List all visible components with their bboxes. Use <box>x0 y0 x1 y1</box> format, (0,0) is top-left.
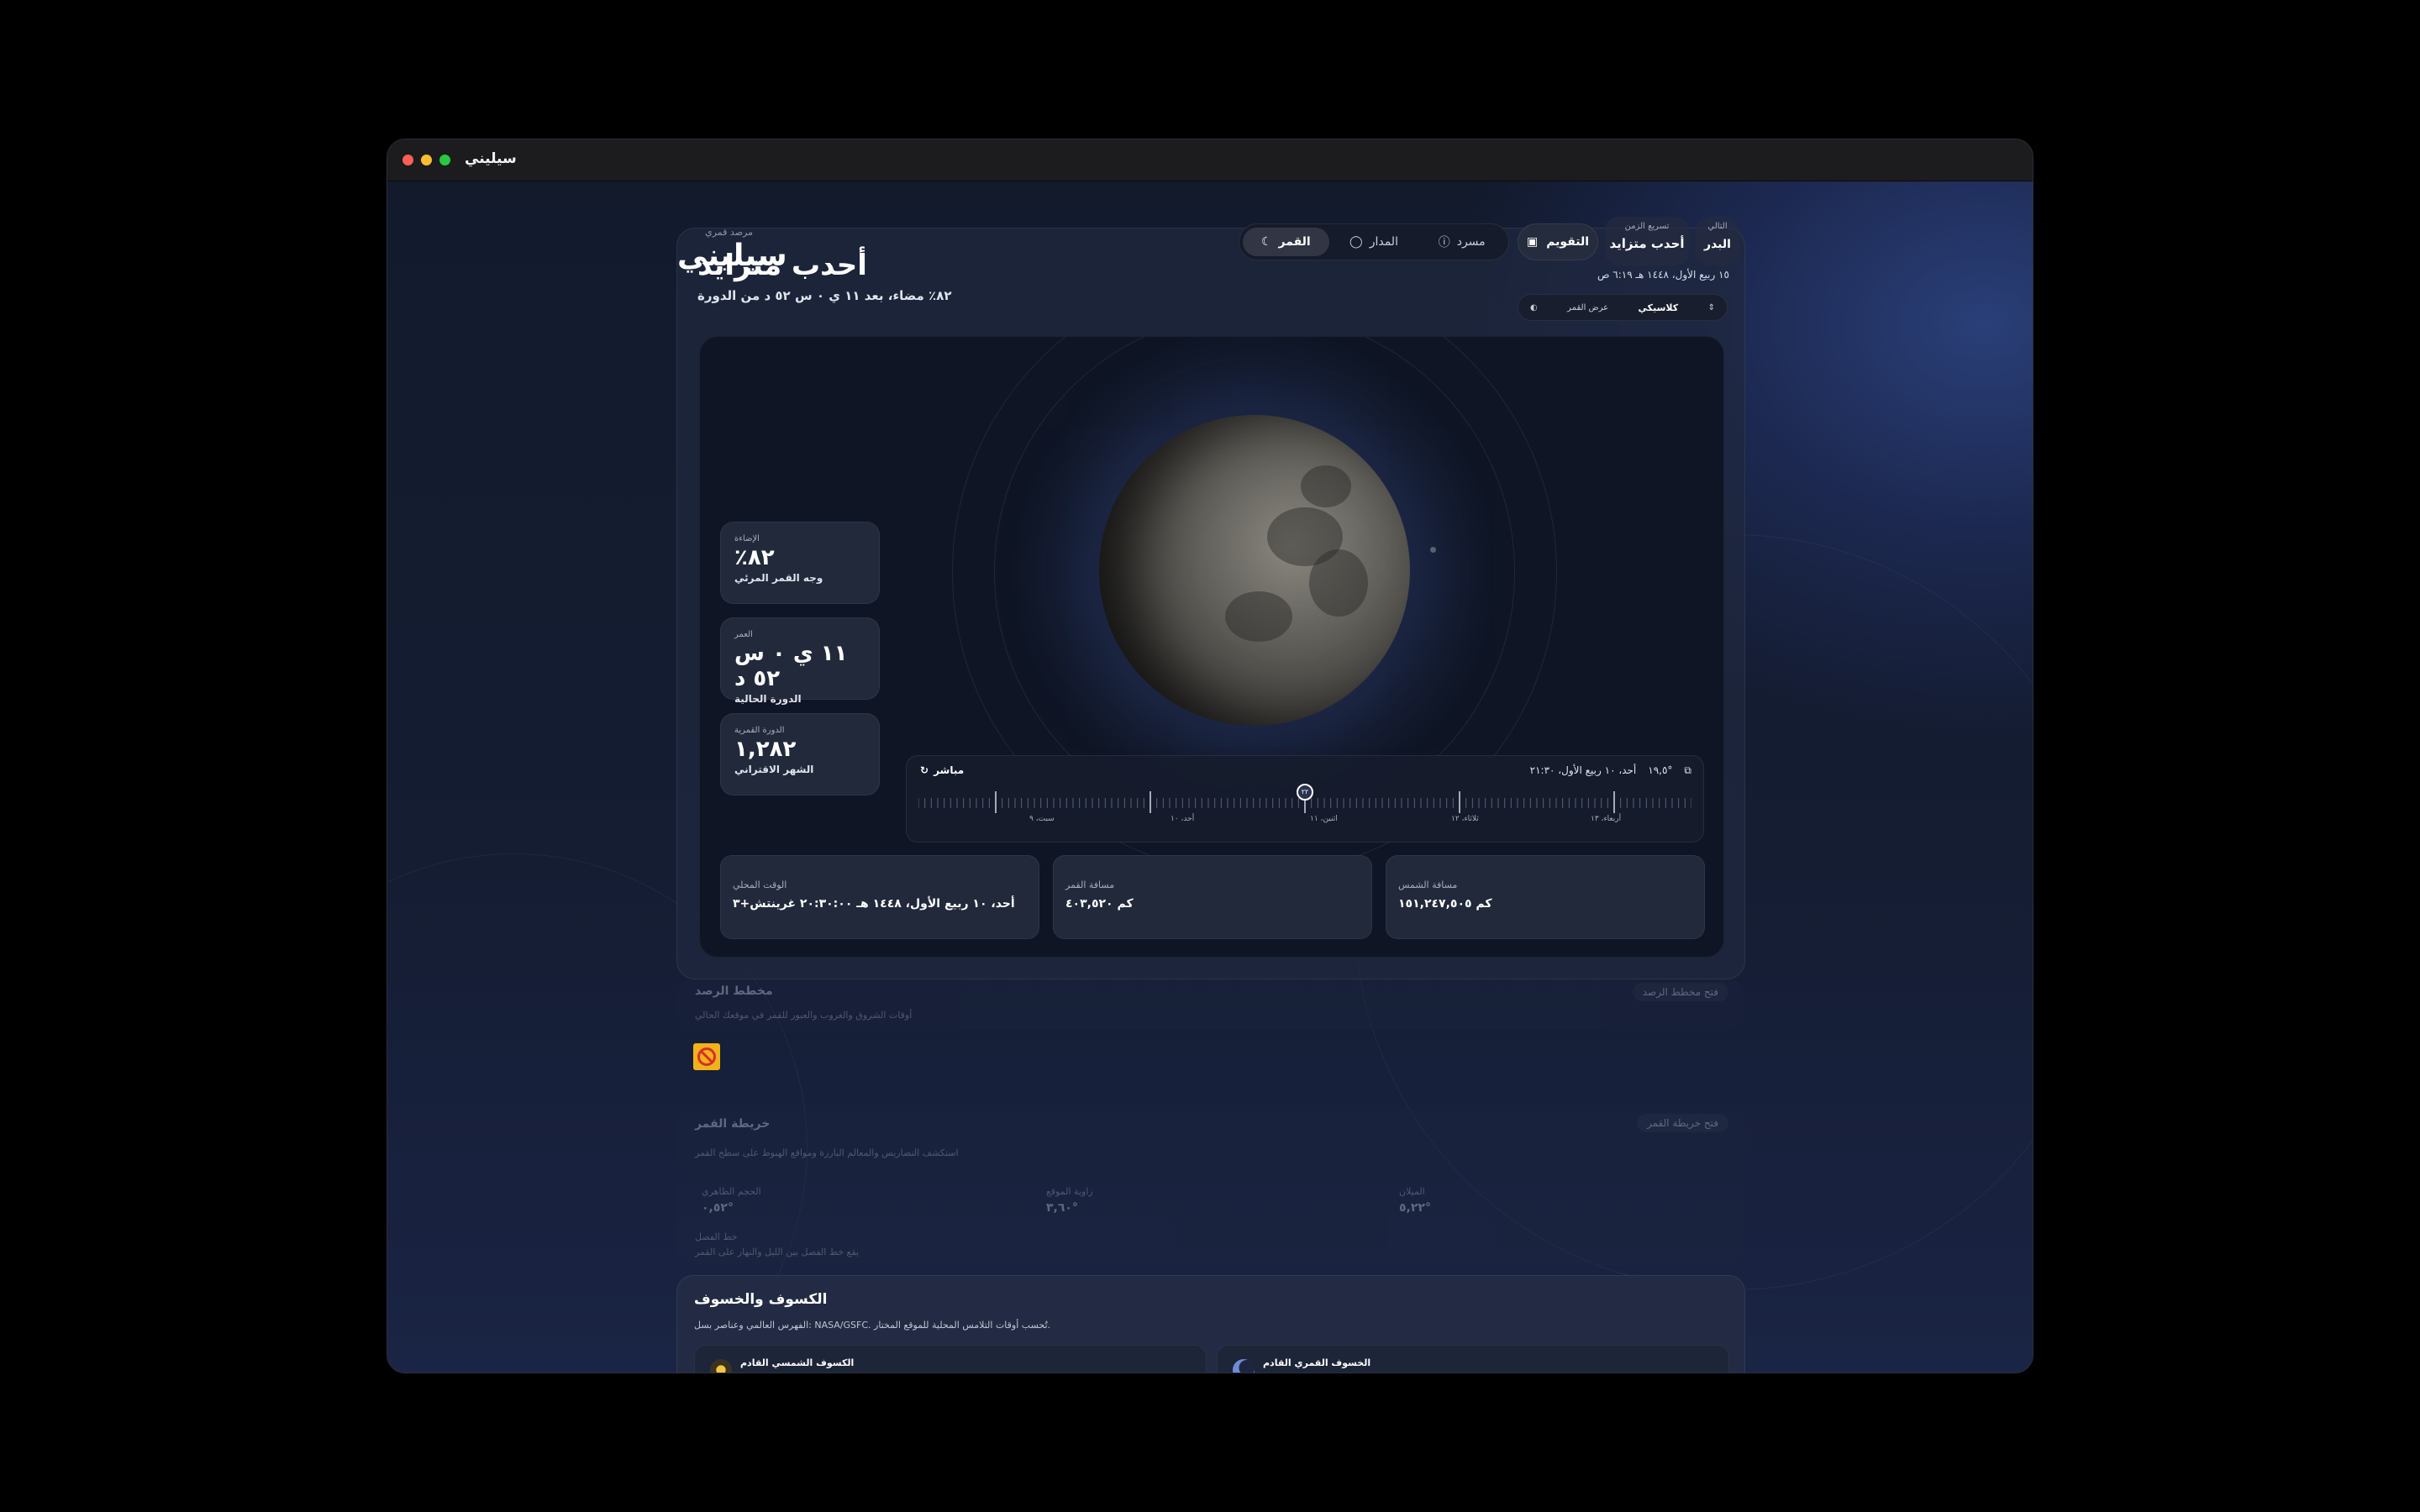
timeline-handle[interactable]: ٢٢ <box>1297 784 1313 801</box>
eclipses-section: الكسوف والخسوف الفهرس العالمي وعناصر بسل… <box>676 1275 1745 1373</box>
moon-mode-select[interactable]: ◐ عرض القمر كلاسيكي ⇕ <box>1518 294 1728 321</box>
lunation-card: الدورة القمرية ١,٢٨٢ الشهر الاقتراني <box>720 713 880 795</box>
observation-plan-section: مخطط الرصد أوقات الشروق والغروب والعبور … <box>676 979 1745 1030</box>
tab-moon[interactable]: ☾ القمر <box>1243 228 1329 256</box>
calendar-button[interactable]: ▣ التقويم <box>1518 223 1598 260</box>
tab-glossary[interactable]: ⓘ مسرد <box>1418 228 1505 256</box>
close-window-button[interactable] <box>402 155 413 165</box>
window-title: سيليني <box>465 150 517 167</box>
day-label: اثنين، ١١ <box>1310 815 1338 823</box>
eclipses-description: الفهرس العالمي وعناصر بسل: NASA/GSFC. تُ… <box>694 1320 1051 1331</box>
question-icon: ⓘ <box>1438 236 1450 249</box>
day-label: أحد، ١٠ <box>1171 815 1195 823</box>
live-button[interactable]: ↻ مباشر <box>920 764 964 776</box>
day-label: أربعاء، ١٣ <box>1591 815 1622 823</box>
local-time-card: الوقت المحلي أحد، ١٠ ربيع الأول، ١٤٤٨ هـ… <box>720 855 1039 939</box>
copy-icon[interactable]: ⧉ <box>1684 764 1691 777</box>
moon-map-title: خريطة القمر <box>695 1117 771 1131</box>
solar-eclipse-card[interactable]: الكسوف الشمسي القادم <box>694 1345 1207 1373</box>
main-content: مرصد قمري سيليني أحدب متزايد ٨٢٪ مضاء، ب… <box>387 181 2033 1373</box>
timeline-date: أحد، ١٠ ربيع الأول، ٢١:٣٠ ١٩,٥° ⧉ <box>1529 764 1691 777</box>
moon-image <box>1099 415 1410 726</box>
zoom-window-button[interactable] <box>439 155 450 165</box>
day-label: ثلاثاء، ١٢ <box>1451 815 1479 823</box>
moon-icon <box>1233 1359 1255 1373</box>
moon-stage: الإضاءة ٪٨٢ وجه القمر المرئي العمر ١١ ي … <box>699 336 1724 958</box>
orbit-marker <box>1430 547 1436 553</box>
time-scrubber[interactable]: ↻ مباشر أحد، ١٠ ربيع الأول، ٢١:٣٠ ١٩,٥° … <box>906 755 1704 843</box>
observation-plan-description: أوقات الشروق والغروب والعبور للقمر في مو… <box>695 1010 913 1021</box>
tab-orbit[interactable]: ◯ المدار <box>1331 228 1418 256</box>
minimize-window-button[interactable] <box>421 155 432 165</box>
moon-icon: ☾ <box>1260 235 1272 249</box>
lunar-eclipse-card[interactable]: الخسوف القمري القادم <box>1217 1345 1729 1373</box>
moon-map-description: استكشف التضاريس والمعالم البارزة ومواقع … <box>695 1147 959 1158</box>
eclipses-title: الكسوف والخسوف <box>694 1291 828 1308</box>
app-window: سيليني مرصد قمري سيليني أحدب متزايد ٨٢٪ … <box>387 139 2033 1373</box>
view-tabs: ☾ القمر ◯ المدار ⓘ مسرد <box>1239 223 1509 260</box>
refresh-icon: ↻ <box>920 764 929 776</box>
blocked-image-icon <box>693 1043 720 1070</box>
sun-distance-card: مسافة الشمس كم ١٥١,٢٤٧,٥٠٥ <box>1386 855 1705 939</box>
sun-icon <box>710 1359 732 1373</box>
moon-map-section: خريطة القمر استكشف التضاريس والمعالم الب… <box>676 1105 1745 1265</box>
half-circle-icon: ◐ <box>1530 302 1538 312</box>
age-card: العمر ١١ ي ٠ س ٥٢ د الدورة الحالية <box>720 617 880 705</box>
time-speed-control[interactable]: تسريع الزمن أحدب متزايد <box>1605 217 1689 265</box>
chevron-updown-icon: ⇕ <box>1707 302 1715 312</box>
moon-distance-card: مسافة القمر كم ٤٠٣,٥٢٠ <box>1053 855 1372 939</box>
observation-plan-title: مخطط الرصد <box>695 984 773 998</box>
next-phase-control[interactable]: التالي البدر <box>1696 217 1739 265</box>
open-moon-map-button[interactable]: فتح خريطة القمر <box>1637 1114 1728 1132</box>
open-observation-plan-button[interactable]: فتح مخطط الرصد <box>1633 983 1728 1001</box>
breadcrumb: مرصد قمري <box>705 227 753 238</box>
page-title: أحدب متزايد <box>697 249 867 282</box>
phase-subtitle: ٨٢٪ مضاء، بعد ١١ ي ٠ س ٥٢ د من الدورة <box>697 288 952 303</box>
title-bar: سيليني <box>387 139 2033 181</box>
orbit-icon: ◯ <box>1349 235 1363 249</box>
calendar-icon: ▣ <box>1526 235 1539 249</box>
day-label: سبت، ٩ <box>1029 815 1055 823</box>
illumination-card: الإضاءة ٪٨٢ وجه القمر المرئي <box>720 522 880 604</box>
current-date: ١٥ ربيع الأول، ١٤٤٨ هـ ٦:١٩ ص <box>1597 269 1729 281</box>
traffic-lights <box>402 155 450 165</box>
moon-panel: مرصد قمري سيليني أحدب متزايد ٨٢٪ مضاء، ب… <box>676 217 1745 979</box>
